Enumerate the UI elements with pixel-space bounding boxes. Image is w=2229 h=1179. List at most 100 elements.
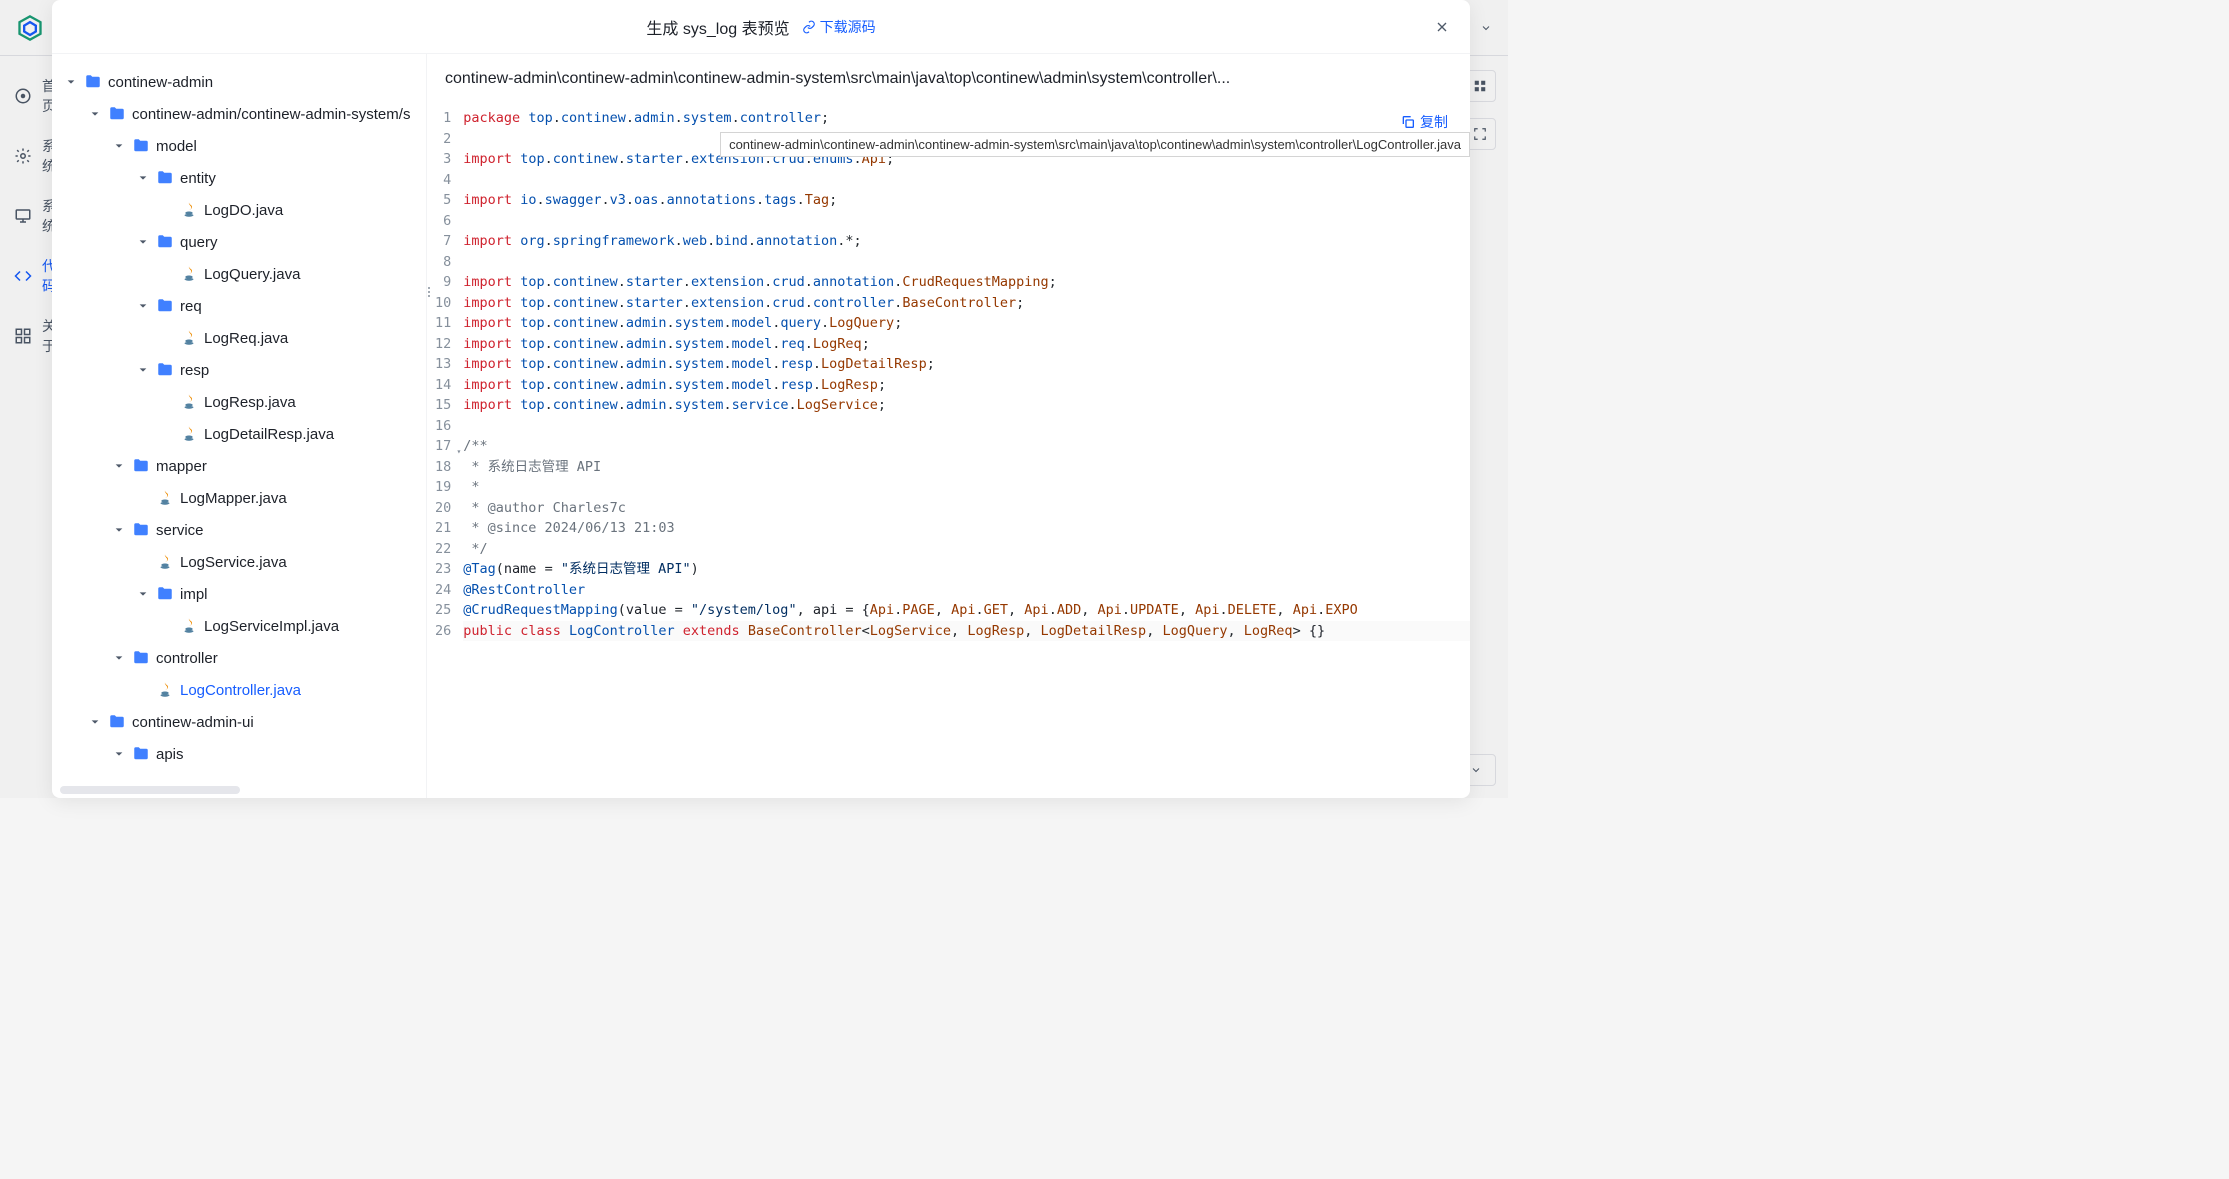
- line-number: 17▾: [435, 436, 451, 457]
- file-tree: continew-admin continew-admin/continew-ad…: [60, 66, 418, 770]
- code-line: /**: [463, 436, 1470, 457]
- code-line: @CrudRequestMapping(value = "/system/log…: [463, 600, 1470, 621]
- code-line: import org.springframework.web.bind.anno…: [463, 231, 1470, 252]
- line-number: 2: [435, 129, 451, 150]
- file-tree-panel[interactable]: continew-admin continew-admin/continew-ad…: [52, 54, 427, 798]
- code-line: import top.continew.admin.system.model.r…: [463, 375, 1470, 396]
- tree-folder[interactable]: query: [60, 226, 418, 258]
- chevron-down-icon: [136, 171, 150, 185]
- code-line: import top.continew.admin.system.model.r…: [463, 334, 1470, 355]
- tree-file[interactable]: LogServiceImpl.java: [60, 610, 418, 642]
- line-number: 14: [435, 375, 451, 396]
- chevron-down-icon: [88, 715, 102, 729]
- line-number: 3: [435, 149, 451, 170]
- tree-label: service: [156, 522, 204, 539]
- line-number: 1: [435, 108, 451, 129]
- tree-label: LogDO.java: [204, 202, 283, 219]
- line-gutter: 1234567891011121314151617▾18192021222324…: [427, 108, 463, 798]
- tree-label: LogQuery.java: [204, 266, 300, 283]
- code-lines: package top.continew.admin.system.contro…: [463, 108, 1470, 798]
- tree-file[interactable]: LogController.java: [60, 674, 418, 706]
- tree-folder[interactable]: continew-admin-ui: [60, 706, 418, 738]
- code-line: import top.continew.admin.system.model.q…: [463, 313, 1470, 334]
- line-number: 15: [435, 395, 451, 416]
- tree-folder[interactable]: controller: [60, 642, 418, 674]
- tree-file[interactable]: LogReq.java: [60, 322, 418, 354]
- modal-preview: 生成 sys_log 表预览 下载源码 continew-admincontin…: [52, 0, 1470, 798]
- copy-button[interactable]: 复制: [1400, 112, 1448, 133]
- tree-label: LogController.java: [180, 682, 301, 699]
- line-number: 12: [435, 334, 451, 355]
- tree-label: LogResp.java: [204, 394, 296, 411]
- tree-folder[interactable]: entity: [60, 162, 418, 194]
- code-line: * @author Charles7c: [463, 498, 1470, 519]
- tree-label: continew-admin: [108, 74, 213, 91]
- tree-file[interactable]: LogService.java: [60, 546, 418, 578]
- tree-folder[interactable]: apis: [60, 738, 418, 770]
- tree-label: req: [180, 298, 202, 315]
- tree-folder[interactable]: model: [60, 130, 418, 162]
- tree-label: resp: [180, 362, 209, 379]
- tree-label: impl: [180, 586, 208, 603]
- download-link[interactable]: 下载源码: [802, 17, 876, 37]
- tree-folder[interactable]: mapper: [60, 450, 418, 482]
- line-number: 13: [435, 354, 451, 375]
- code-block[interactable]: 复制 1234567891011121314151617▾18192021222…: [427, 104, 1470, 798]
- tree-folder[interactable]: impl: [60, 578, 418, 610]
- code-line: import top.continew.admin.system.service…: [463, 395, 1470, 416]
- chevron-down-icon: [88, 107, 102, 121]
- line-number: 11: [435, 313, 451, 334]
- chevron-down-icon: [112, 459, 126, 473]
- tree-folder[interactable]: resp: [60, 354, 418, 386]
- tree-label: mapper: [156, 458, 207, 475]
- chevron-down-icon: [112, 139, 126, 153]
- tree-hscroll[interactable]: [60, 786, 420, 794]
- tree-label: model: [156, 138, 197, 155]
- line-number: 7: [435, 231, 451, 252]
- code-line: import top.continew.admin.system.model.r…: [463, 354, 1470, 375]
- tree-folder[interactable]: continew-admin: [60, 66, 418, 98]
- chevron-down-icon: [136, 363, 150, 377]
- tree-file[interactable]: LogQuery.java: [60, 258, 418, 290]
- code-line: import top.continew.starter.extension.cr…: [463, 293, 1470, 314]
- tree-label: continew-admin/continew-admin-system/s: [132, 106, 410, 123]
- code-line: *: [463, 477, 1470, 498]
- tree-file[interactable]: LogDO.java: [60, 194, 418, 226]
- tree-label: apis: [156, 746, 184, 763]
- tree-label: continew-admin-ui: [132, 714, 254, 731]
- tree-label: LogReq.java: [204, 330, 288, 347]
- line-number: 8: [435, 252, 451, 273]
- code-line: [463, 252, 1470, 273]
- close-icon: [1434, 19, 1450, 35]
- line-number: 23: [435, 559, 451, 580]
- modal-header: 生成 sys_log 表预览 下载源码: [52, 0, 1470, 54]
- line-number: 4: [435, 170, 451, 191]
- line-number: 25: [435, 600, 451, 621]
- line-number: 22: [435, 539, 451, 560]
- copy-label: 复制: [1420, 112, 1448, 133]
- code-line: [463, 211, 1470, 232]
- chevron-down-icon: [112, 747, 126, 761]
- chevron-down-icon: [136, 587, 150, 601]
- code-line: @RestController: [463, 580, 1470, 601]
- line-number: 9: [435, 272, 451, 293]
- tree-file[interactable]: LogResp.java: [60, 386, 418, 418]
- tree-label: entity: [180, 170, 216, 187]
- splitter-handle[interactable]: [425, 280, 433, 304]
- tree-folder[interactable]: continew-admin/continew-admin-system/s: [60, 98, 418, 130]
- line-number: 21: [435, 518, 451, 539]
- chevron-down-icon: [1480, 22, 1492, 34]
- tree-file[interactable]: LogDetailResp.java: [60, 418, 418, 450]
- tree-folder[interactable]: req: [60, 290, 418, 322]
- tree-file[interactable]: LogMapper.java: [60, 482, 418, 514]
- line-number: 16: [435, 416, 451, 437]
- chevron-down-icon: [136, 299, 150, 313]
- code-line: package top.continew.admin.system.contro…: [463, 108, 1470, 129]
- tree-folder[interactable]: service: [60, 514, 418, 546]
- close-button[interactable]: [1430, 15, 1454, 39]
- chevron-down-icon: [136, 235, 150, 249]
- code-line: [463, 170, 1470, 191]
- modal-body: continew-admin continew-admin/continew-ad…: [52, 54, 1470, 798]
- code-panel: continew-admin\continew-admin\continew-a…: [427, 54, 1470, 798]
- line-number: 6: [435, 211, 451, 232]
